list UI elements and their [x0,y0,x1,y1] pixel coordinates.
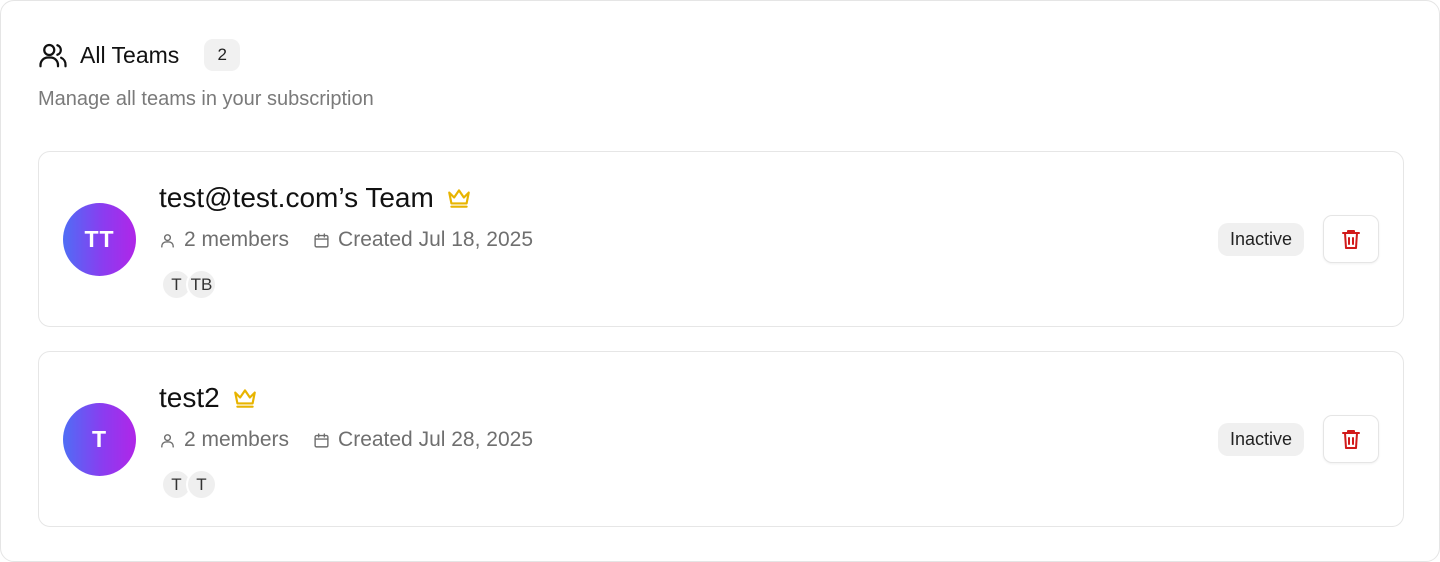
team-name-row: test2 [159,380,258,416]
user-icon [161,433,174,448]
trash-icon [1342,230,1360,249]
team-meta: 2 members Created Jul 18, 2025 [159,226,533,254]
team-name: test@test.com’s Team [159,182,434,213]
delete-team-button[interactable] [1323,415,1379,463]
team-card[interactable]: T test2 2 members Created Jul 28, 2025 T… [38,351,1404,527]
member-avatar: TB [186,269,217,300]
member-count-label: 2 members [184,228,290,251]
member-count-label: 2 members [184,428,290,451]
member-avatar: T [186,469,217,500]
team-avatar: TT [63,203,136,276]
member-count: 2 members [159,228,289,252]
team-name-row: test@test.com’s Team [159,180,472,216]
created-date-label: Created Jul 18, 2025 [338,228,533,251]
crown-icon [232,385,258,411]
team-name: test2 [159,382,220,413]
panel-header: All Teams 2 [38,39,241,71]
page-subtitle: Manage all teams in your subscription [38,88,374,110]
created-date: Created Jul 18, 2025 [313,228,533,252]
member-count: 2 members [159,428,289,452]
team-meta: 2 members Created Jul 28, 2025 [159,426,533,454]
users-icon [38,40,68,70]
delete-team-button[interactable] [1323,215,1379,263]
user-icon [161,233,174,248]
status-badge: Inactive [1218,223,1305,256]
calendar-icon [314,432,329,448]
calendar-icon [314,232,329,248]
crown-icon [446,185,472,211]
team-card[interactable]: TT test@test.com’s Team 2 members Create… [38,151,1404,327]
status-badge: Inactive [1218,423,1305,456]
created-date: Created Jul 28, 2025 [313,428,533,452]
member-avatars: T TB [161,269,217,300]
team-count-badge: 2 [204,39,241,71]
member-avatars: T T [161,469,217,500]
page-title: All Teams [80,41,180,68]
trash-icon [1342,430,1360,449]
created-date-label: Created Jul 28, 2025 [338,428,533,451]
all-teams-panel: All Teams 2 Manage all teams in your sub… [0,0,1440,562]
team-avatar: T [63,403,136,476]
